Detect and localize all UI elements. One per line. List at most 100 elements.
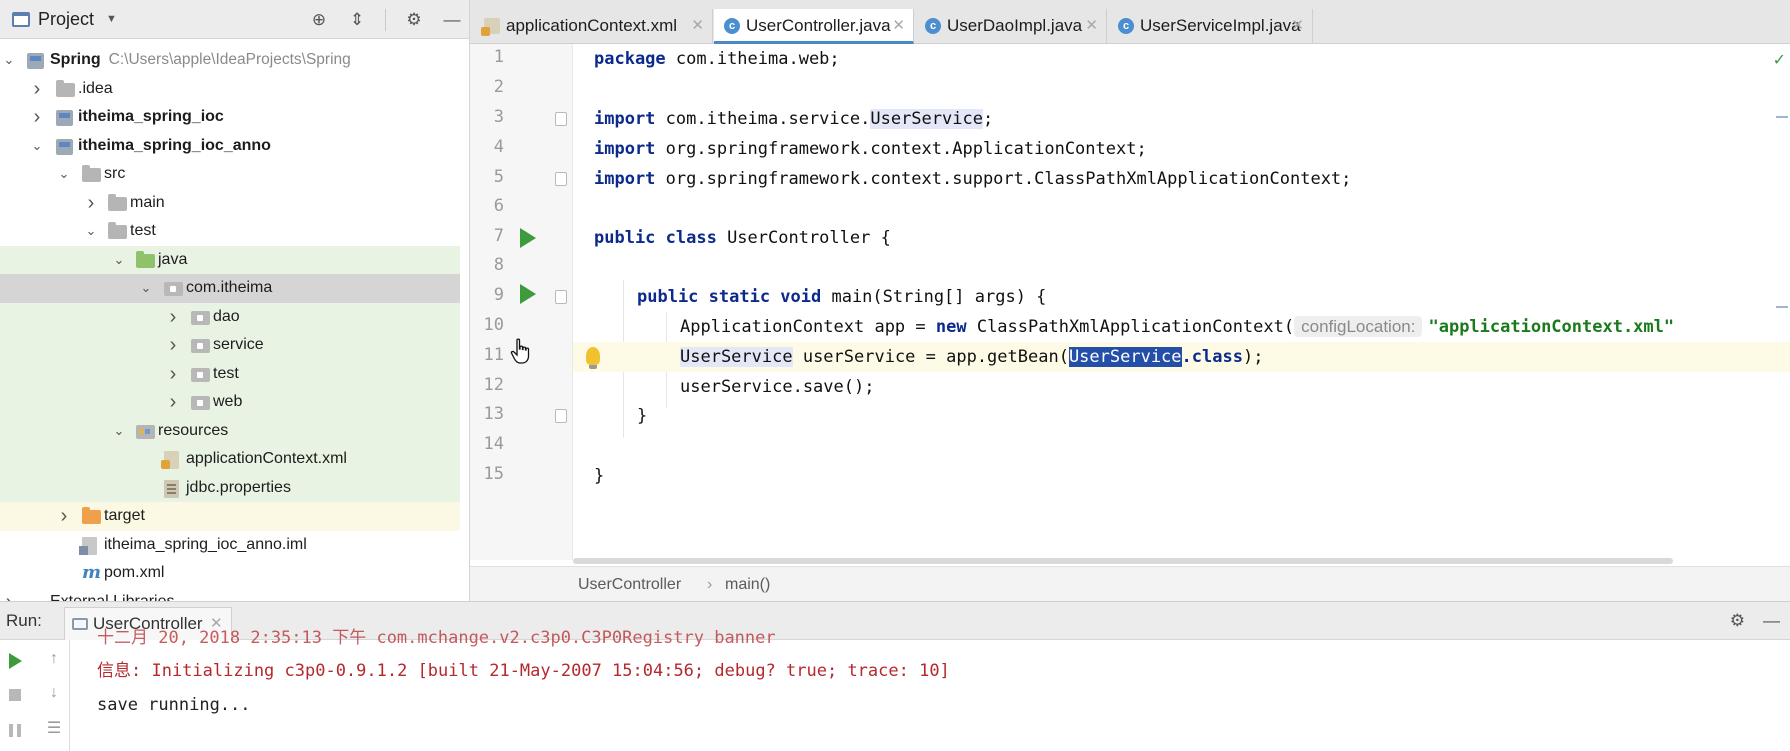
chevron-right-icon[interactable]: › (84, 189, 98, 218)
editor-gutter[interactable]: 1 2 3 4 5 6 7 8 9 10 11 12 13 14 15 (470, 44, 573, 560)
fold-marker-icon[interactable] (555, 112, 567, 126)
tree-item-test-pkg[interactable]: › test (0, 359, 460, 389)
java-class-icon: c (724, 18, 740, 34)
tree-item-label: test (130, 222, 156, 239)
chevron-right-icon[interactable]: › (166, 388, 180, 417)
code-line-10[interactable]: ApplicationContext app = new ClassPathXm… (680, 312, 1790, 342)
fold-marker-icon[interactable] (555, 290, 567, 304)
chevron-right-icon[interactable]: › (30, 103, 44, 132)
tab-applicationcontext-xml[interactable]: applicationContext.xml ✕ (474, 9, 713, 44)
pause-button[interactable] (4, 719, 26, 741)
fold-marker-icon[interactable] (555, 409, 567, 423)
code-line-7[interactable]: public class UserController { (594, 223, 1790, 253)
tree-item-jdbc-properties[interactable]: jdbc.properties (0, 473, 460, 502)
tree-item-external-libraries[interactable]: › External Libraries (0, 588, 460, 602)
run-main-icon[interactable] (520, 284, 536, 304)
run-class-icon[interactable] (520, 228, 536, 248)
chevron-right-icon[interactable]: › (2, 588, 16, 602)
code-line-3[interactable]: import com.itheima.service.UserService; (594, 104, 1790, 134)
breadcrumb-class[interactable]: UserController (578, 567, 681, 602)
close-icon[interactable]: ✕ (1085, 9, 1098, 43)
chevron-down-icon[interactable]: ⌄ (112, 417, 126, 446)
properties-file-icon (164, 479, 179, 498)
tree-item-applicationcontext-xml[interactable]: applicationContext.xml (0, 445, 460, 474)
code-line-15[interactable]: } (594, 461, 1790, 491)
tree-item-com-itheima[interactable]: ⌄ com.itheima (0, 274, 460, 303)
selected-text[interactable]: UserService (1068, 347, 1182, 367)
tree-item-src[interactable]: ⌄ src (0, 160, 460, 189)
code-line-4[interactable]: import org.springframework.context.Appli… (594, 134, 1790, 164)
collapse-all-icon[interactable]: ⇕ (347, 10, 367, 30)
tab-usercontroller-java[interactable]: c UserController.java ✕ (714, 9, 914, 44)
tab-userserviceimpl-java[interactable]: c UserServiceImpl.java ✕ (1108, 9, 1313, 44)
up-arrow-icon[interactable]: ↑ (43, 648, 65, 670)
hide-icon[interactable]: — (442, 10, 462, 30)
module-icon (56, 138, 73, 155)
tree-item-label: applicationContext.xml (186, 450, 347, 467)
gear-icon[interactable]: ⚙ (1730, 611, 1745, 631)
chevron-right-icon[interactable]: › (30, 75, 44, 104)
gear-icon[interactable]: ⚙ (404, 10, 424, 30)
tree-item-itheima-spring-ioc-anno[interactable]: ⌄ itheima_spring_ioc_anno (0, 132, 460, 161)
chevron-down-icon[interactable]: ⌄ (2, 46, 16, 75)
code-line-9[interactable]: public static void main(String[] args) { (637, 282, 1790, 312)
chevron-right-icon[interactable]: › (166, 360, 180, 389)
close-icon[interactable]: ✕ (1291, 9, 1304, 43)
run-config-icon (72, 618, 88, 630)
tree-item-spring[interactable]: ⌄ Spring C:\Users\apple\IdeaProjects\Spri… (0, 46, 460, 75)
tree-item-dao[interactable]: › dao (0, 302, 460, 332)
chevron-down-icon[interactable]: ⌄ (57, 160, 71, 189)
line-number: 4 (493, 137, 504, 157)
tree-item-main[interactable]: › main (0, 189, 460, 218)
fold-marker-icon[interactable] (555, 172, 567, 186)
code-line-1[interactable]: package com.itheima.web; (594, 44, 1790, 74)
tree-item-label: Spring C:\Users\apple\IdeaProjects\Spring (50, 51, 351, 68)
chevron-down-icon[interactable]: ▼ (106, 13, 117, 25)
stop-button[interactable] (4, 684, 26, 706)
line-number: 8 (493, 255, 504, 275)
tree-item-service[interactable]: › service (0, 331, 460, 360)
maven-icon: m (82, 562, 102, 583)
project-panel-title[interactable]: Project (38, 9, 94, 30)
tree-item-target[interactable]: › target (0, 502, 460, 531)
tree-item-iml-file[interactable]: itheima_spring_ioc_anno.iml (0, 531, 460, 560)
chevron-right-icon[interactable]: › (166, 303, 180, 332)
code-line-13[interactable]: } (637, 401, 1790, 431)
chevron-right-icon[interactable]: › (57, 502, 71, 531)
scroll-marker (1776, 306, 1788, 308)
chevron-down-icon[interactable]: ⌄ (30, 132, 44, 161)
pause-icon (9, 723, 21, 737)
tab-userdaoimpl-java[interactable]: c UserDaoImpl.java ✕ (915, 9, 1107, 44)
tree-item-java[interactable]: ⌄ java (0, 245, 460, 275)
tree-item-label: dao (213, 307, 240, 325)
hide-icon[interactable]: — (1763, 611, 1780, 631)
close-icon[interactable]: ✕ (691, 9, 704, 43)
locate-icon[interactable]: ⊕ (309, 10, 329, 30)
console-line: 十二月 20, 2018 2:35:13 下午 com.mchange.v2.c… (97, 628, 776, 648)
horizontal-scrollbar[interactable] (573, 558, 1673, 564)
code-line-5[interactable]: import org.springframework.context.suppo… (594, 164, 1790, 194)
close-icon[interactable]: ✕ (892, 9, 905, 43)
chevron-down-icon[interactable]: ⌄ (84, 217, 98, 246)
project-panel-header: Project ▼ ⊕ ⇕ ⚙ — (0, 0, 469, 39)
code-editor[interactable]: package com.itheima.web; import com.ithe… (573, 44, 1790, 560)
tree-item-idea[interactable]: › .idea (0, 75, 460, 104)
breadcrumb-method[interactable]: main() (725, 567, 770, 602)
tree-item-label: itheima_spring_ioc_anno.iml (104, 535, 307, 553)
folder-icon (56, 79, 75, 97)
tree-item-itheima-spring-ioc[interactable]: › itheima_spring_ioc (0, 103, 460, 132)
chevron-right-icon[interactable]: › (166, 331, 180, 360)
tree-item-web[interactable]: › web (0, 388, 460, 417)
chevron-down-icon[interactable]: ⌄ (112, 246, 126, 275)
down-arrow-icon[interactable]: ↓ (43, 682, 65, 704)
console-output[interactable]: 十二月 20, 2018 2:35:13 下午 com.mchange.v2.c… (70, 628, 1790, 751)
tree-item-test[interactable]: ⌄ test (0, 217, 460, 246)
tree-item-resources[interactable]: ⌄ resources (0, 416, 460, 446)
rerun-button[interactable] (4, 650, 26, 672)
code-line-11[interactable]: UserService userService = app.getBean(Us… (573, 342, 1790, 372)
chevron-down-icon[interactable]: ⌄ (139, 274, 153, 303)
code-line-12[interactable]: userService.save(); (680, 372, 1790, 402)
soft-wrap-icon[interactable]: ☰ (43, 717, 65, 739)
tree-item-pom-xml[interactable]: m pom.xml (0, 559, 460, 588)
lightbulb-icon[interactable] (586, 347, 600, 369)
